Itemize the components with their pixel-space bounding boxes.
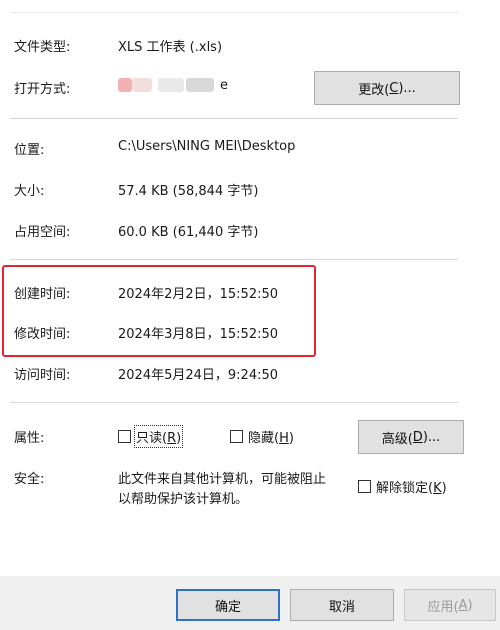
top-divider bbox=[10, 12, 458, 13]
change-button[interactable]: 更改(C)... bbox=[314, 71, 460, 105]
security-label: 安全: bbox=[14, 472, 45, 487]
size-on-disk-label: 占用空间: bbox=[14, 225, 71, 240]
file-type-value: XLS 工作表 (.xls) bbox=[118, 40, 223, 55]
open-with-label: 打开方式: bbox=[14, 82, 71, 97]
accessed-value: 2024年5月24日，9:24:50 bbox=[118, 368, 279, 383]
accessed-label: 访问时间: bbox=[14, 368, 71, 383]
divider bbox=[10, 402, 458, 403]
open-with-app-name: e bbox=[220, 78, 228, 93]
ok-button[interactable]: 确定 bbox=[176, 589, 280, 621]
divider bbox=[10, 259, 458, 260]
created-value: 2024年2月2日，15:52:50 bbox=[118, 287, 279, 302]
hidden-label[interactable]: 隐藏(H) bbox=[248, 427, 294, 446]
blurred-app-icon bbox=[118, 74, 224, 98]
modified-label: 修改时间: bbox=[14, 327, 71, 342]
location-value: C:\Users\NING MEI\Desktop bbox=[118, 139, 296, 154]
readonly-checkbox[interactable] bbox=[118, 430, 131, 443]
attributes-label: 属性: bbox=[14, 431, 45, 446]
readonly-label[interactable]: 只读(R) bbox=[133, 425, 184, 448]
modified-value: 2024年3月8日，15:52:50 bbox=[118, 327, 279, 342]
created-label: 创建时间: bbox=[14, 287, 71, 302]
cancel-button[interactable]: 取消 bbox=[290, 589, 394, 621]
security-message-line1: 此文件来自其他计算机，可能被阻止 bbox=[118, 472, 327, 487]
size-on-disk-value: 60.0 KB (61,440 字节) bbox=[118, 225, 259, 240]
unblock-checkbox[interactable] bbox=[358, 480, 371, 493]
hidden-checkbox[interactable] bbox=[230, 430, 243, 443]
security-message-line2: 以帮助保护该计算机。 bbox=[118, 492, 249, 507]
apply-button[interactable]: 应用(A) bbox=[404, 589, 496, 621]
divider bbox=[10, 118, 458, 119]
location-label: 位置: bbox=[14, 143, 45, 158]
size-value: 57.4 KB (58,844 字节) bbox=[118, 184, 259, 199]
highlight-box bbox=[2, 265, 316, 357]
advanced-button[interactable]: 高级(D)... bbox=[358, 420, 464, 454]
file-type-label: 文件类型: bbox=[14, 40, 71, 55]
size-label: 大小: bbox=[14, 184, 45, 199]
unblock-label[interactable]: 解除锁定(K) bbox=[376, 477, 447, 496]
